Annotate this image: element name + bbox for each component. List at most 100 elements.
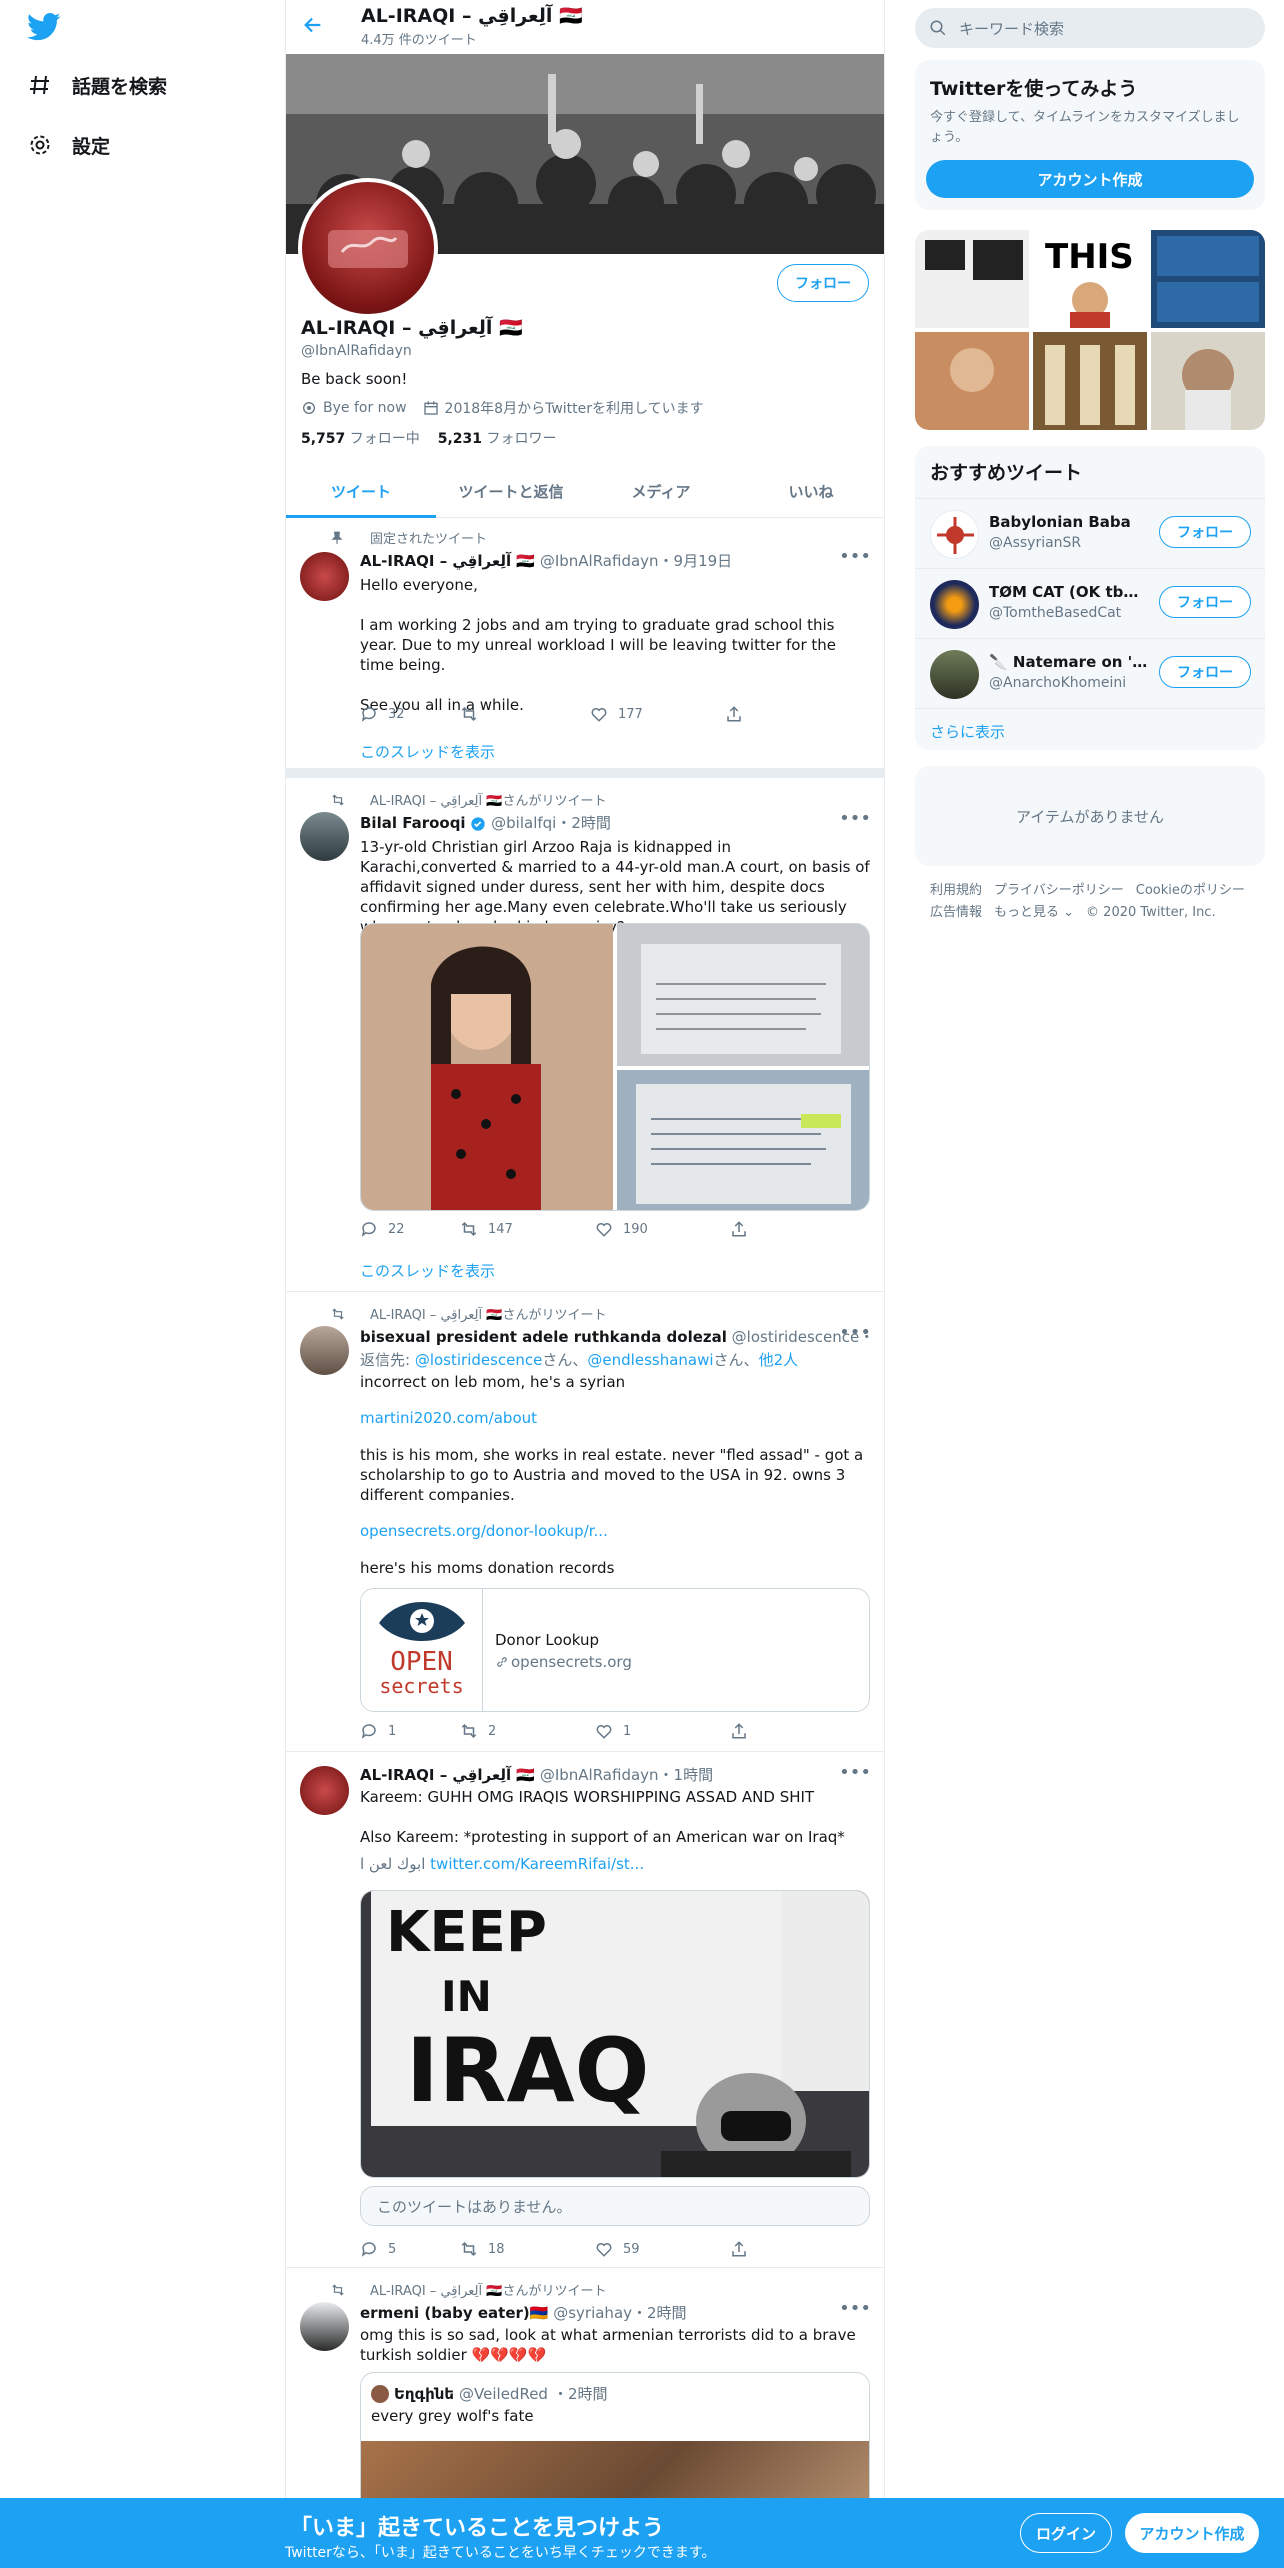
tweet-time[interactable]: ・2時間 [556, 814, 611, 832]
footer-link[interactable]: プライバシーポリシー [994, 883, 1124, 898]
more-icon[interactable]: ••• [839, 808, 871, 829]
reply-icon [360, 2240, 378, 2258]
profile-handle: @IbnAlRafidayn [301, 343, 412, 359]
tweet-link[interactable]: martini2020.com/about [360, 1409, 871, 1427]
footer-link[interactable]: 利用規約 [930, 883, 982, 898]
search-icon [929, 19, 947, 37]
tweet-context-label: AL-IRAQI – آلِعراقِي 🇮🇶さんがリツイート [370, 1308, 607, 1323]
show-thread-link[interactable]: このスレッドを表示 [360, 1260, 495, 1281]
tweet-author[interactable]: AL-IRAQI – آلِعراقِي 🇮🇶 [360, 1766, 535, 1784]
like-button[interactable]: 190 [595, 1220, 730, 1238]
avatar[interactable] [300, 1766, 349, 1815]
retweet-icon [460, 2240, 478, 2258]
gear-icon [28, 133, 52, 157]
share-button[interactable] [730, 1220, 830, 1238]
tweet-time[interactable]: ・9月19日 [659, 552, 733, 570]
reply-button[interactable]: 1 [360, 1722, 460, 1740]
like-button[interactable]: 1 [595, 1722, 730, 1740]
share-button[interactable] [730, 1722, 830, 1740]
like-button[interactable]: 177 [590, 705, 725, 723]
tweet-time[interactable]: ・1時間 [659, 1766, 714, 1784]
link-card[interactable]: OPEN secrets Donor Lookup opensecrets.or… [360, 1588, 870, 1712]
tweet-time[interactable]: ・2時間 [632, 2304, 687, 2322]
signup-button[interactable]: アカウント作成 [1125, 2513, 1259, 2553]
search-box[interactable]: キーワード検索 [915, 8, 1265, 48]
signup-button[interactable]: アカウント作成 [926, 160, 1254, 198]
tweet[interactable]: AL-IRAQI – آلِعراقِي 🇮🇶 @IbnAlRafidayn・1… [286, 1752, 884, 2268]
media-gallery[interactable]: THIS [915, 230, 1265, 430]
nav-explore[interactable]: 話題を検索 [28, 65, 167, 105]
share-button[interactable] [730, 2240, 830, 2258]
follow-button[interactable]: フォロー [1159, 656, 1251, 688]
avatar[interactable] [300, 812, 349, 861]
retweet-button[interactable]: 2 [460, 1722, 595, 1740]
tweet-author[interactable]: ermeni (baby eater)🇦🇲 [360, 2304, 548, 2322]
following-link[interactable]: 5,757 フォロー中 [301, 428, 420, 448]
footer-link[interactable]: 広告情報 [930, 905, 982, 920]
like-button[interactable]: 59 [595, 2240, 730, 2258]
reply-button[interactable]: 5 [360, 2240, 460, 2258]
follow-button[interactable]: フォロー [1159, 516, 1251, 548]
tweet-pinned[interactable]: 固定されたツイート AL-IRAQI – آلِعراقِي 🇮🇶 @IbnAl… [286, 518, 884, 768]
tweet-link[interactable]: twitter.com/KareemRifai/st... [430, 1855, 644, 1873]
location-icon [301, 400, 317, 416]
retweet-button[interactable]: 18 [460, 2240, 595, 2258]
more-icon[interactable]: ••• [839, 1322, 871, 1343]
profile-joined: 2018年8月からTwitterを利用しています [444, 401, 704, 417]
tweet-retweet[interactable]: AL-IRAQI – آلِعراقِي 🇮🇶さんがリツイート bisexual… [286, 1292, 884, 1752]
nav-settings[interactable]: 設定 [28, 125, 110, 165]
recommend-handle: @TomtheBasedCat [989, 605, 1122, 621]
reply-button[interactable]: 32 [360, 705, 460, 723]
retweet-button[interactable] [460, 705, 590, 723]
tweet-author[interactable]: AL-IRAQI – آلِعراقِي 🇮🇶 [360, 552, 535, 570]
tweet-link[interactable]: opensecrets.org/donor-lookup/r... [360, 1522, 871, 1540]
twitter-logo-icon[interactable] [27, 12, 61, 42]
retweet-icon [330, 1307, 346, 1321]
recommend-item[interactable]: TØM CAT (OK tbh I'... @TomtheBasedCat フォ… [915, 568, 1265, 638]
quote-author: Եղգինե [394, 2384, 455, 2403]
reply-button[interactable]: 22 [360, 1220, 460, 1238]
mention-others-link[interactable]: 他2人 [759, 1351, 799, 1369]
tab-likes[interactable]: いいね [736, 466, 884, 517]
tweet-context: 固定されたツイート [330, 528, 487, 547]
show-more-link[interactable]: さらに表示 [915, 708, 1265, 750]
footer-link[interactable]: もっと見る ⌄ [994, 905, 1074, 920]
profile-avatar[interactable] [298, 178, 438, 318]
show-thread-link[interactable]: このスレッドを表示 [360, 741, 871, 762]
retweet-button[interactable]: 147 [460, 1220, 595, 1238]
back-arrow-icon[interactable] [302, 14, 330, 40]
tab-tweets[interactable]: ツイート [286, 466, 436, 518]
avatar[interactable] [300, 1326, 349, 1375]
recommend-handle: @AssyrianSR [989, 535, 1082, 551]
card-title: Donor Lookup [495, 1631, 600, 1649]
avatar[interactable] [300, 2302, 349, 2351]
mention-link[interactable]: @lostiridescence [415, 1351, 543, 1369]
recommend-title: おすすめツイート [930, 462, 1083, 484]
share-button[interactable] [725, 705, 825, 723]
tweet-text: 13-yr-old Christian girl Arzoo Raja is k… [360, 838, 870, 936]
tweet-author[interactable]: Bilal Farooqi [360, 814, 466, 832]
more-icon[interactable]: ••• [839, 2298, 871, 2319]
tweet-author[interactable]: bisexual president adele ruthkanda dolez… [360, 1328, 727, 1346]
recommend-item[interactable]: 🔪 Natemare on 'Ilm... @AnarchoKhomeini フ… [915, 638, 1265, 708]
retweet-icon [460, 1722, 478, 1740]
opensecrets-logo: OPEN secrets [361, 1589, 483, 1711]
more-icon[interactable]: ••• [839, 546, 871, 567]
footer-link[interactable]: Cookieのポリシー [1136, 883, 1245, 898]
follow-button[interactable]: フォロー [1159, 586, 1251, 618]
followers-link[interactable]: 5,231 フォロワー [438, 428, 557, 448]
more-icon[interactable]: ••• [839, 1762, 871, 1783]
tweet-context: AL-IRAQI – آلِعراقِي 🇮🇶さんがリツイート [330, 2280, 606, 2299]
tweet-retweet[interactable]: AL-IRAQI – آلِعراقِي 🇮🇶さんがリツイート Bilal Fa… [286, 778, 884, 1292]
tweet-image[interactable]: KEEP IN IRAQ [360, 1890, 870, 2178]
login-button[interactable]: ログイン [1020, 2513, 1112, 2553]
tweet-handle: @IbnAlRafidayn [539, 1766, 659, 1784]
avatar[interactable] [300, 552, 349, 601]
recommend-item[interactable]: Babylonian Baba @AssyrianSR フォロー [915, 498, 1265, 568]
tweet-content: ermeni (baby eater)🇦🇲 @syriahay・2時間 omg … [360, 2302, 871, 2365]
tab-media[interactable]: メディア [586, 466, 736, 517]
tweet-media-grid[interactable] [360, 923, 870, 1211]
mention-link[interactable]: @endlesshanawi [587, 1351, 713, 1369]
tab-tweets-replies[interactable]: ツイートと返信 [436, 466, 586, 517]
follow-button[interactable]: フォロー [777, 264, 869, 302]
